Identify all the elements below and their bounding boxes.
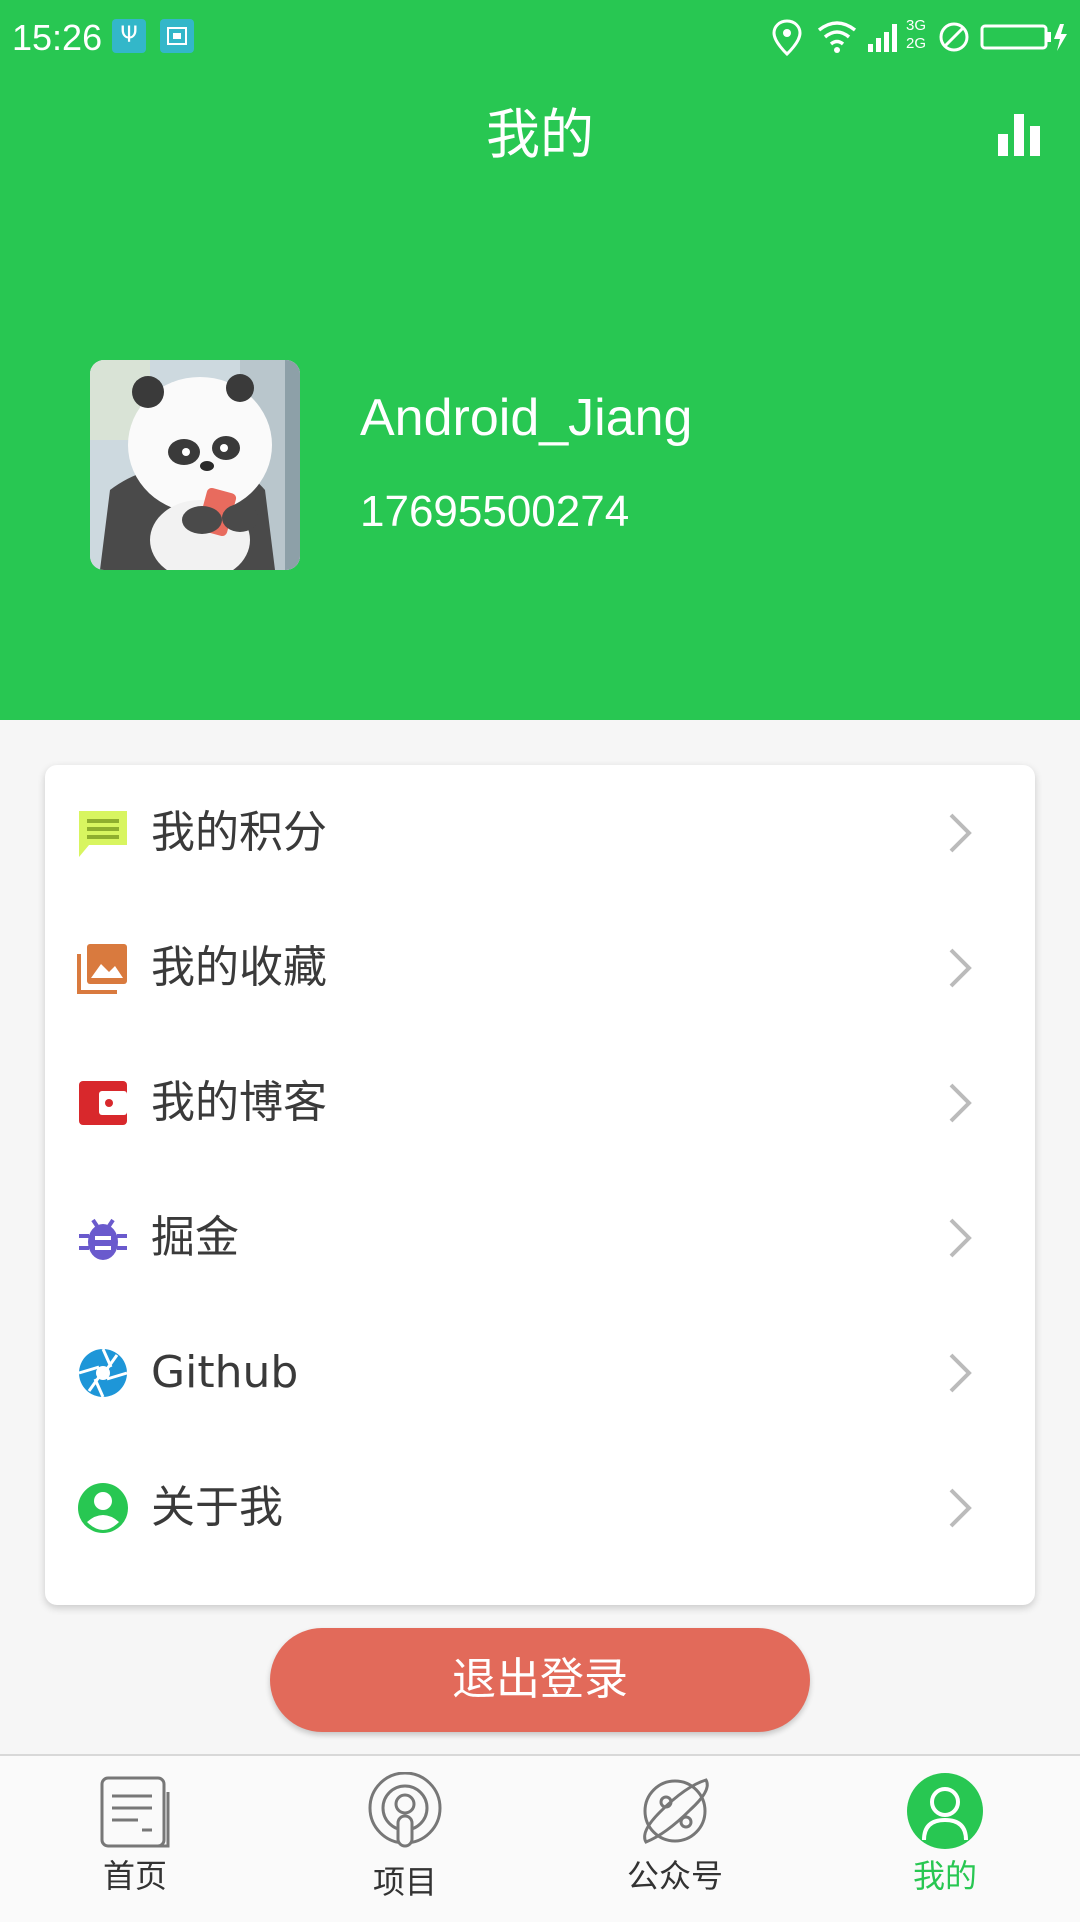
nav-item-me[interactable]: 我的	[810, 1756, 1080, 1922]
document-icon	[100, 1776, 170, 1848]
nav-label: 公众号	[626, 1857, 723, 1895]
chevron-right-icon	[949, 1218, 972, 1258]
menu-label: 关于我	[151, 1482, 283, 1533]
chevron-right-icon	[949, 813, 972, 853]
chevron-right-icon	[949, 948, 972, 988]
wifi-icon	[817, 21, 857, 53]
logout-button[interactable]: 退出登录	[270, 1628, 810, 1732]
username: Android_Jiang	[360, 389, 693, 447]
battery-icon	[980, 24, 1067, 51]
menu-label: 我的积分	[151, 807, 327, 858]
menu-card: 我的积分 我的收藏 我的博客 掘金 Github 关于我	[45, 765, 1035, 1605]
wallet-icon	[79, 1081, 127, 1125]
phone-number: 17695500274	[360, 487, 630, 536]
location-icon	[772, 19, 802, 57]
person-icon	[78, 1483, 128, 1533]
menu-item-favorites[interactable]: 我的收藏	[45, 900, 1035, 1035]
nav-label: 项目	[372, 1863, 437, 1901]
bug-icon	[79, 1218, 127, 1260]
network-type-2g: 2G	[906, 35, 927, 52]
menu-item-juejin[interactable]: 掘金	[45, 1170, 1035, 1305]
network-type-3g: 3G	[906, 17, 927, 34]
menu-item-github[interactable]: Github	[45, 1305, 1035, 1440]
page-title: 我的	[486, 103, 594, 166]
nav-item-home[interactable]: 首页	[0, 1756, 270, 1922]
photo-library-icon	[77, 944, 127, 994]
nav-item-projects[interactable]: 项目	[270, 1756, 540, 1922]
nav-item-wechat[interactable]: 公众号	[540, 1756, 810, 1922]
nav-label: 我的	[912, 1857, 977, 1895]
status-time: 15:26	[12, 17, 103, 58]
header: 15:26 Ψ 3G 2G 我的 Android_Jiang 176955002…	[0, 0, 1080, 720]
bar-chart-icon[interactable]	[996, 112, 1042, 158]
menu-label: 掘金	[151, 1212, 239, 1263]
title-bar: 我的	[0, 90, 1080, 180]
menu-item-about[interactable]: 关于我	[45, 1440, 1035, 1575]
signal-icon	[868, 24, 897, 52]
usb-icon: Ψ	[112, 19, 146, 53]
chevron-right-icon	[949, 1488, 972, 1528]
nav-label: 首页	[102, 1857, 167, 1895]
podcast-icon	[368, 1772, 442, 1848]
screenshot-icon	[160, 19, 194, 53]
status-bar: 15:26 Ψ 3G 2G	[0, 0, 1080, 78]
chat-icon	[79, 811, 127, 857]
menu-label: 我的收藏	[151, 942, 327, 993]
menu-label: Github	[151, 1347, 299, 1398]
bottom-nav: 首页 项目 公众号 我的	[0, 1754, 1080, 1922]
do-not-disturb-icon	[939, 22, 969, 52]
person-icon	[907, 1773, 983, 1849]
chevron-right-icon	[949, 1353, 972, 1393]
menu-item-blog[interactable]: 我的博客	[45, 1035, 1035, 1170]
menu-item-points[interactable]: 我的积分	[45, 765, 1035, 900]
planet-icon	[643, 1778, 709, 1844]
chevron-right-icon	[949, 1083, 972, 1123]
profile-section: Android_Jiang 17695500274	[0, 340, 1080, 600]
avatar[interactable]	[90, 360, 300, 570]
menu-label: 我的博客	[151, 1077, 327, 1128]
aperture-icon	[78, 1348, 128, 1398]
panda-avatar-image	[90, 360, 300, 570]
